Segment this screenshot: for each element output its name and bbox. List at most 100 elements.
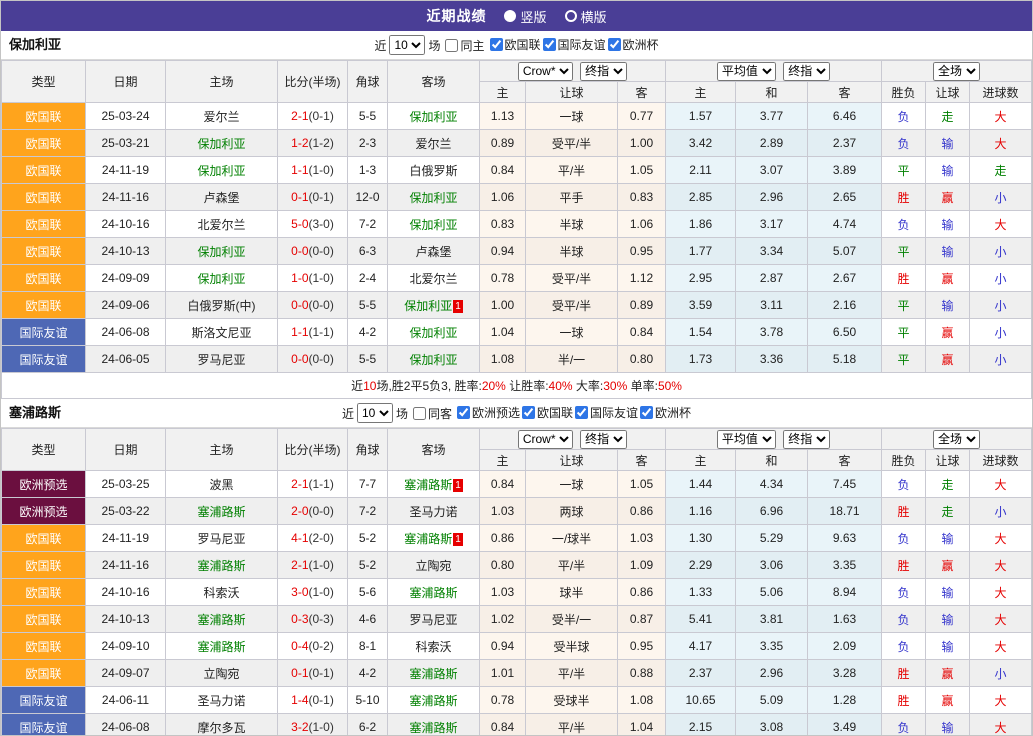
team-label: 北爱尔兰	[197, 218, 245, 232]
odds-handicap: 受平/半	[526, 292, 618, 319]
avg-draw: 3.17	[736, 211, 808, 238]
team-label: 保加利亚	[409, 326, 457, 340]
away-team: 保加利亚	[388, 184, 480, 211]
league-checkbox-input[interactable]	[608, 38, 621, 51]
league-filter-checkbox[interactable]: 国际友谊	[541, 36, 606, 53]
summary-segment: 单率:	[627, 379, 658, 393]
red-card-badge: 1	[453, 479, 463, 492]
average-select[interactable]: 平均值	[717, 62, 776, 81]
league-filter-checkbox[interactable]: 欧洲预选	[455, 404, 520, 421]
fulltime-score: 2-1	[291, 477, 308, 491]
match-score: 2-1(0-1)	[278, 103, 348, 130]
col-avg-away: 客	[808, 82, 882, 103]
odds-home: 1.00	[480, 292, 526, 319]
league-badge: 欧国联	[2, 633, 86, 660]
league-checkbox-input[interactable]	[640, 406, 653, 419]
result-outcome: 胜	[882, 660, 926, 687]
league-checkbox-input[interactable]	[543, 38, 556, 51]
avg-home: 10.65	[666, 687, 736, 714]
result-handicap: 输	[926, 157, 970, 184]
match-count-select[interactable]: 10	[389, 35, 425, 55]
scope-select[interactable]: 全场	[933, 430, 980, 449]
odds-away: 1.00	[618, 130, 666, 157]
layout-vertical-radio[interactable]: 竖版	[504, 7, 546, 26]
odds-home: 1.03	[480, 579, 526, 606]
bookmaker-select[interactable]: Crow*	[518, 62, 573, 81]
league-checkbox-input[interactable]	[522, 406, 535, 419]
avg-draw: 3.08	[736, 714, 808, 736]
avg-home: 1.57	[666, 103, 736, 130]
league-badge: 欧国联	[2, 238, 86, 265]
match-row: 国际友谊24-06-05罗马尼亚0-0(0-0)5-5保加利亚1.08半/一0.…	[2, 346, 1032, 373]
corner-score: 7-2	[348, 211, 388, 238]
avg-home: 1.16	[666, 498, 736, 525]
match-count-select[interactable]: 10	[357, 403, 393, 423]
home-team: 保加利亚	[166, 157, 278, 184]
summary-segment: 近	[351, 379, 363, 393]
fulltime-score: 2-1	[291, 558, 308, 572]
col-goals-result: 进球数	[970, 450, 1032, 471]
odds-handicap: 受半/一	[526, 606, 618, 633]
avg-home: 2.15	[666, 714, 736, 736]
league-checkbox-input[interactable]	[575, 406, 588, 419]
result-outcome: 平	[882, 238, 926, 265]
col-score: 比分(半场)	[278, 429, 348, 471]
final-odds-select-2[interactable]: 终指	[783, 430, 830, 449]
league-filter-checkbox[interactable]: 欧洲杯	[606, 36, 659, 53]
result-goals: 大	[970, 714, 1032, 736]
final-odds-select[interactable]: 终指	[580, 430, 627, 449]
match-row: 欧国联24-11-19保加利亚1-1(1-0)1-3白俄罗斯0.84平/半1.0…	[2, 157, 1032, 184]
scope-select[interactable]: 全场	[933, 62, 980, 81]
league-filter-checkbox[interactable]: 国际友谊	[573, 404, 638, 421]
result-handicap: 输	[926, 579, 970, 606]
avg-away: 2.37	[808, 130, 882, 157]
league-badge: 欧洲预选	[2, 471, 86, 498]
league-checkbox-input[interactable]	[490, 38, 503, 51]
matches-table: 类型 日期 主场 比分(半场) 角球 客场 Crow* 终指 平均值 终指	[1, 60, 1032, 399]
summary-segment: 50%	[658, 379, 682, 393]
col-handicap-result: 让球	[926, 82, 970, 103]
average-select[interactable]: 平均值	[717, 430, 776, 449]
same-venue-checkbox[interactable]: 同客	[411, 405, 452, 422]
league-filter-checkbox[interactable]: 欧洲杯	[638, 404, 691, 421]
avg-draw: 3.06	[736, 552, 808, 579]
home-team: 圣马力诺	[166, 687, 278, 714]
team-label: 塞浦路斯	[409, 721, 457, 735]
fulltime-score: 5-0	[291, 217, 308, 231]
odds-home: 0.89	[480, 130, 526, 157]
fulltime-score: 3-0	[291, 585, 308, 599]
home-team: 卢森堡	[166, 184, 278, 211]
layout-horizontal-radio[interactable]: 横版	[565, 7, 607, 26]
league-badge: 国际友谊	[2, 687, 86, 714]
odds-away: 0.84	[618, 319, 666, 346]
halftime-score: (0-1)	[309, 109, 334, 123]
avg-home: 2.37	[666, 660, 736, 687]
league-filter-checkbox[interactable]: 欧国联	[488, 36, 541, 53]
final-odds-select[interactable]: 终指	[580, 62, 627, 81]
bookmaker-group: Crow* 终指	[480, 429, 666, 450]
avg-draw: 5.06	[736, 579, 808, 606]
league-checkbox-input[interactable]	[457, 406, 470, 419]
fulltime-score: 2-0	[291, 504, 308, 518]
result-outcome: 胜	[882, 687, 926, 714]
result-outcome: 负	[882, 579, 926, 606]
odds-home: 0.78	[480, 265, 526, 292]
odds-away: 0.77	[618, 103, 666, 130]
bookmaker-select[interactable]: Crow*	[518, 430, 573, 449]
league-badge: 欧国联	[2, 579, 86, 606]
team-label: 保加利亚	[197, 245, 245, 259]
result-outcome: 胜	[882, 265, 926, 292]
result-goals: 大	[970, 211, 1032, 238]
league-filter-checkbox[interactable]: 欧国联	[520, 404, 573, 421]
final-odds-select-2[interactable]: 终指	[783, 62, 830, 81]
avg-draw: 4.34	[736, 471, 808, 498]
match-score: 0-3(0-3)	[278, 606, 348, 633]
match-date: 24-11-19	[86, 525, 166, 552]
result-goals: 大	[970, 471, 1032, 498]
corner-score: 7-7	[348, 471, 388, 498]
result-goals: 小	[970, 184, 1032, 211]
same-venue-checkbox[interactable]: 同主	[443, 37, 484, 54]
match-score: 0-1(0-1)	[278, 660, 348, 687]
corner-score: 4-2	[348, 660, 388, 687]
match-row: 欧洲预选25-03-22塞浦路斯2-0(0-0)7-2圣马力诺1.03两球0.8…	[2, 498, 1032, 525]
